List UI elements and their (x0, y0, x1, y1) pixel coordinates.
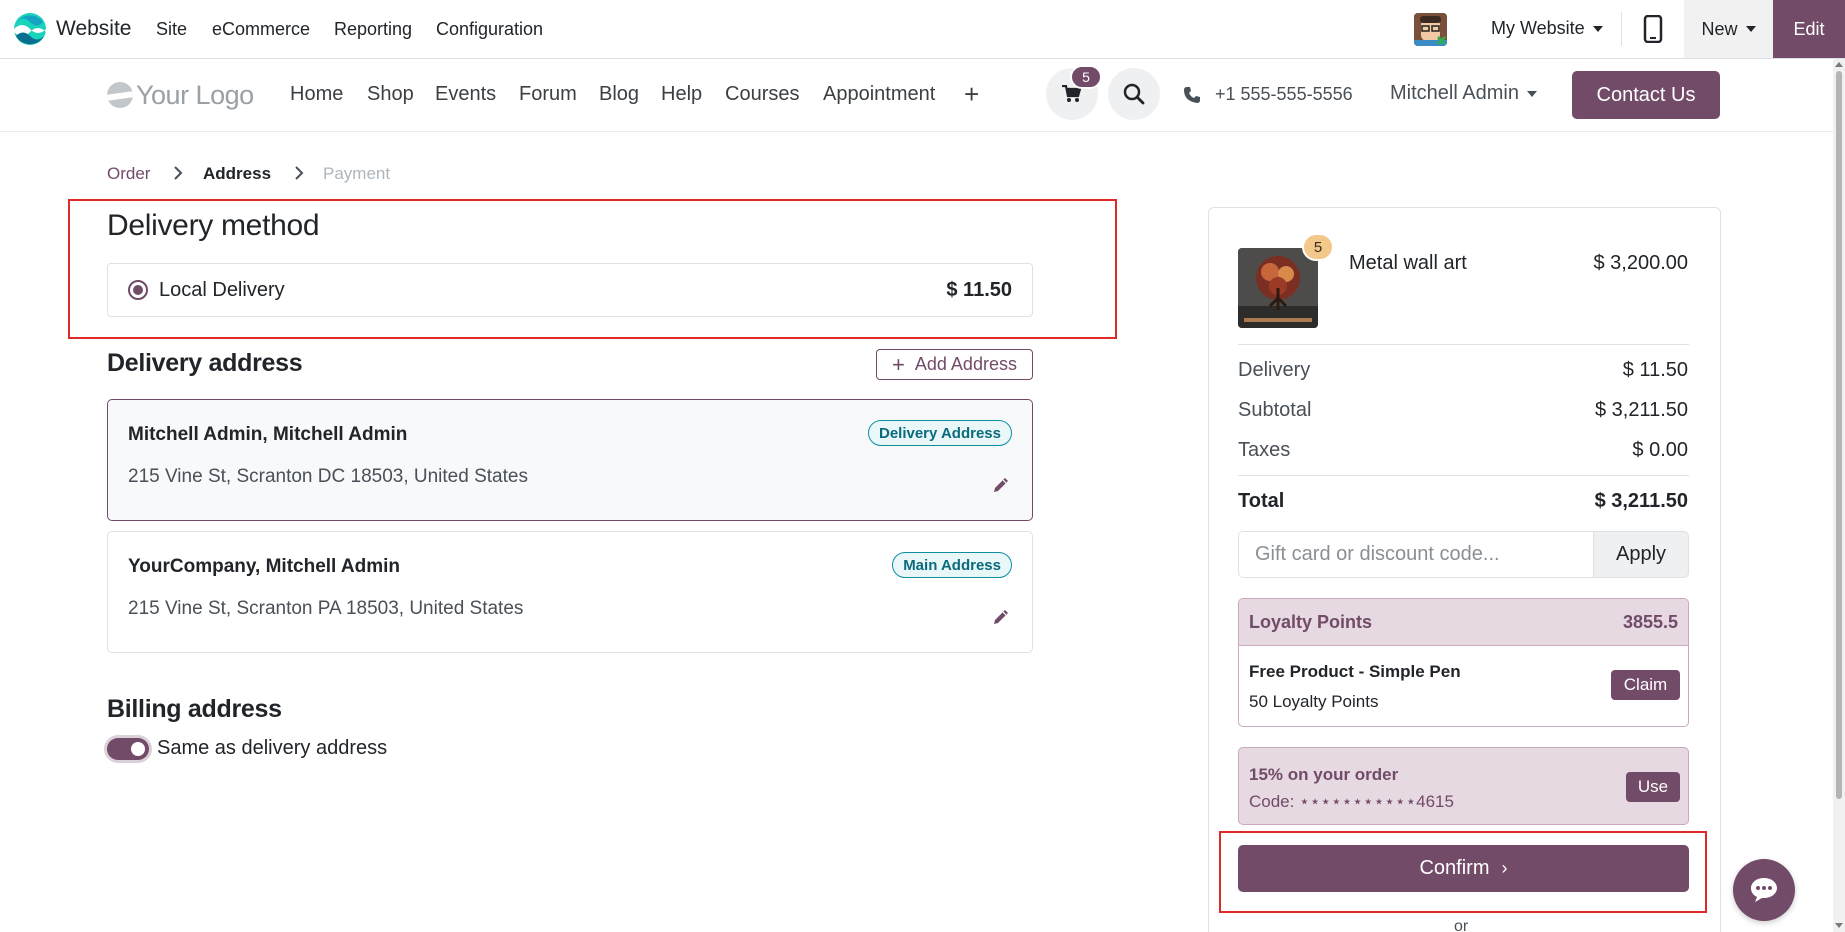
edit-pencil-icon[interactable] (992, 608, 1010, 626)
add-menu-plus-icon[interactable]: + (964, 79, 979, 110)
contact-us-button[interactable]: Contact Us (1572, 71, 1720, 119)
nav-forum[interactable]: Forum (519, 83, 577, 106)
chat-bubble-icon (1751, 878, 1777, 902)
mobile-preview-icon[interactable] (1643, 15, 1663, 43)
total-value: $ 3,211.50 (1594, 490, 1688, 512)
reward-cost: 50 Loyalty Points (1249, 692, 1379, 711)
live-chat-button[interactable] (1733, 859, 1795, 921)
edit-button[interactable]: Edit (1773, 0, 1845, 58)
address-card-main[interactable]: YourCompany, Mitchell Admin 215 Vine St,… (107, 531, 1033, 653)
divider (1238, 475, 1689, 476)
loyalty-header: Loyalty Points 3855.5 (1239, 599, 1688, 646)
delivery-method-option[interactable]: Local Delivery $ 11.50 (107, 263, 1033, 317)
menu-configuration[interactable]: Configuration (436, 19, 543, 40)
phone-icon (1184, 86, 1200, 103)
total-label: Total (1238, 490, 1285, 512)
nav-help[interactable]: Help (661, 83, 702, 106)
loyalty-title: Loyalty Points (1249, 612, 1373, 632)
use-coupon-button[interactable]: Use (1626, 772, 1680, 802)
main-address-badge: Main Address (892, 552, 1012, 578)
nav-appointment[interactable]: Appointment (823, 83, 935, 106)
delivery-address-heading: Delivery address (107, 349, 303, 377)
address-line: 215 Vine St, Scranton PA 18503, United S… (128, 598, 524, 619)
plus-icon: + (892, 351, 905, 377)
site-logo[interactable]: Your Logo (107, 79, 254, 111)
claim-button[interactable]: Claim (1611, 670, 1680, 700)
delivery-method-price: $ 11.50 (946, 279, 1012, 301)
nav-shop[interactable]: Shop (367, 83, 414, 106)
breadcrumb-order[interactable]: Order (107, 164, 150, 184)
subtotal-value: $ 3,211.50 (1594, 399, 1688, 421)
breadcrumb-payment: Payment (323, 164, 391, 183)
chevron-down-icon (1526, 90, 1537, 97)
delivery-method-heading: Delivery method (107, 209, 320, 242)
edit-pencil-icon[interactable] (992, 476, 1010, 494)
chevron-right-icon (295, 166, 304, 180)
product-image[interactable] (1238, 248, 1318, 328)
taxes-label: Taxes (1238, 439, 1291, 461)
discount-code-input[interactable] (1238, 531, 1594, 578)
or-separator: or (1454, 918, 1469, 932)
chevron-down-icon (1745, 26, 1756, 32)
website-app-icon[interactable] (13, 12, 47, 46)
menu-reporting[interactable]: Reporting (334, 19, 412, 40)
chevron-right-icon (174, 166, 183, 180)
avatar-icon (1414, 13, 1447, 46)
delivery-value: $ 11.50 (1622, 359, 1688, 381)
divider (1621, 12, 1622, 46)
taxes-value: $ 0.00 (1632, 439, 1688, 461)
coupon-code: Code: ⋆⋆⋆⋆⋆⋆⋆⋆⋆⋆⋆4615 (1249, 792, 1454, 811)
address-name: Mitchell Admin, Mitchell Admin (128, 424, 408, 445)
same-as-delivery-label: Same as delivery address (157, 737, 388, 759)
delivery-method-name: Local Delivery (159, 279, 285, 301)
scroll-up-icon[interactable] (1835, 62, 1843, 67)
billing-address-heading: Billing address (107, 695, 282, 723)
nav-home[interactable]: Home (290, 83, 343, 106)
confirm-button[interactable]: Confirm › (1238, 845, 1689, 892)
loyalty-points-card: Loyalty Points 3855.5 Free Product - Sim… (1238, 598, 1689, 727)
coupon-card: 15% on your order Code: ⋆⋆⋆⋆⋆⋆⋆⋆⋆⋆⋆4615 … (1238, 747, 1689, 825)
app-name[interactable]: Website (56, 17, 131, 41)
chevron-right-icon: › (1501, 858, 1508, 878)
search-icon (1123, 83, 1145, 105)
new-button[interactable]: New (1684, 0, 1773, 58)
same-as-delivery-toggle[interactable] (107, 738, 149, 760)
loyalty-points-value: 3855.5 (1622, 612, 1678, 632)
product-quantity-badge: 5 (1302, 233, 1334, 261)
address-card-delivery[interactable]: Mitchell Admin, Mitchell Admin 215 Vine … (107, 399, 1033, 521)
product-thumbnail (1238, 248, 1318, 328)
website-header: Your Logo Home Shop Events Forum Blog He… (0, 59, 1833, 132)
add-address-button[interactable]: + Add Address (876, 349, 1033, 380)
nav-courses[interactable]: Courses (725, 83, 799, 106)
user-avatar[interactable] (1414, 13, 1447, 46)
address-line: 215 Vine St, Scranton DC 18503, United S… (128, 466, 528, 487)
website-selector[interactable]: My Website (1491, 18, 1603, 39)
search-button[interactable] (1108, 68, 1160, 120)
divider (1238, 344, 1689, 345)
delivery-address-badge: Delivery Address (867, 420, 1012, 446)
product-price: $ 3,200.00 (1593, 252, 1688, 274)
chevron-down-icon (1592, 26, 1603, 33)
page-scrollbar[interactable] (1833, 59, 1845, 932)
breadcrumb-address: Address (203, 164, 272, 183)
menu-site[interactable]: Site (156, 19, 187, 40)
logo-mark (107, 82, 133, 108)
address-name: YourCompany, Mitchell Admin (128, 556, 400, 577)
backend-topbar: Website Site eCommerce Reporting Configu… (0, 0, 1845, 59)
delivery-method-radio[interactable] (128, 280, 148, 300)
nav-events[interactable]: Events (435, 83, 496, 106)
nav-blog[interactable]: Blog (599, 83, 639, 106)
user-menu[interactable]: Mitchell Admin (1390, 82, 1537, 105)
menu-ecommerce[interactable]: eCommerce (212, 19, 310, 40)
delivery-label: Delivery (1238, 359, 1311, 381)
phone-contact[interactable]: +1 555-555-5556 (1183, 84, 1353, 105)
scroll-thumb[interactable] (1836, 71, 1842, 799)
product-name[interactable]: Metal wall art (1349, 252, 1467, 275)
cart-count-badge: 5 (1070, 65, 1102, 89)
subtotal-label: Subtotal (1238, 399, 1312, 421)
coupon-title: 15% on your order (1249, 765, 1399, 784)
reward-name: Free Product - Simple Pen (1249, 662, 1461, 681)
apply-code-button[interactable]: Apply (1593, 531, 1689, 578)
scroll-down-icon[interactable] (1835, 923, 1843, 928)
